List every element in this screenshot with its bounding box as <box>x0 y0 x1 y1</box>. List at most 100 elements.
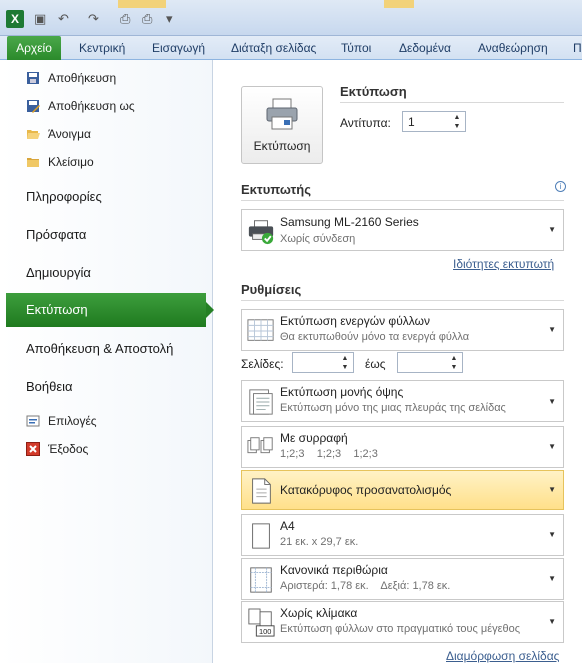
margins-title: Κανονικά περιθώρια <box>280 563 388 577</box>
print-what-sub: Θα εκτυπωθούν μόνο τα ενεργά φύλλα <box>280 331 470 343</box>
undo-icon[interactable]: ↶ <box>58 12 69 26</box>
chevron-down-icon: ▼ <box>548 485 556 494</box>
nav-exit[interactable]: Έξοδος <box>26 439 88 459</box>
nav-info[interactable]: Πληροφορίες <box>26 189 102 204</box>
tab-data[interactable]: Δεδομένα <box>399 39 451 57</box>
print-what-title: Εκτύπωση ενεργών φύλλων <box>280 314 430 328</box>
spin-down-icon[interactable]: ▼ <box>340 364 350 371</box>
copies-label: Αντίτυπα: <box>340 116 391 130</box>
nav-print[interactable]: Εκτύπωση <box>6 293 214 327</box>
scaling-dropdown[interactable]: 100 Χωρίς κλίμακα Εκτύπωση φύλλων στο πρ… <box>241 601 564 643</box>
print-panel: Εκτύπωση Εκτύπωση Αντίτυπα: 1 ▲ ▼ Εκτυπω… <box>214 60 582 663</box>
nav-save[interactable]: Αποθήκευση <box>26 68 116 88</box>
nav-save-as[interactable]: Αποθήκευση ως <box>26 96 135 116</box>
collate-sub: 1;2;3 1;2;3 1;2;3 <box>280 448 378 460</box>
nav-close[interactable]: Κλείσιμο <box>26 152 94 172</box>
margins-icon <box>250 567 272 593</box>
margins-sub: Αριστερά: 1,78 εκ. Δεξιά: 1,78 εκ. <box>280 580 451 592</box>
tab-formulas[interactable]: Τύποι <box>341 39 371 57</box>
divider <box>241 300 564 301</box>
print-button-label: Εκτύπωση <box>253 139 311 153</box>
tab-page-layout[interactable]: Διάταξη σελίδας <box>231 39 316 57</box>
save-as-icon <box>26 99 40 113</box>
divider <box>340 102 564 103</box>
sides-dropdown[interactable]: Εκτύπωση μονής όψης Εκτύπωση μόνο της μι… <box>241 380 564 422</box>
no-scaling-icon: 100 <box>248 608 275 637</box>
excel-logo-icon[interactable]: X <box>6 10 24 28</box>
folder-open-icon <box>26 127 40 141</box>
collate-title: Με συρραφή <box>280 431 348 445</box>
page-setup-link[interactable]: Διαμόρφωση σελίδας <box>446 649 559 663</box>
tab-review[interactable]: Αναθεώρηση <box>478 39 548 57</box>
margins-dropdown[interactable]: Κανονικά περιθώρια Αριστερά: 1,78 εκ. Δε… <box>241 558 564 600</box>
printer-icon <box>266 98 298 130</box>
nav-open-label: Άνοιγμα <box>48 127 91 141</box>
print-button[interactable]: Εκτύπωση <box>241 86 323 164</box>
backstage-nav: Αποθήκευση Αποθήκευση ως Άνοιγμα Κλείσιμ… <box>0 60 214 663</box>
nav-exit-label: Έξοδος <box>48 442 89 456</box>
nav-save-as-label: Αποθήκευση ως <box>48 99 135 113</box>
printer-dropdown[interactable]: Samsung ML-2160 Series Χωρίς σύνδεση ▼ <box>241 209 564 251</box>
nav-options[interactable]: Επιλογές <box>26 411 97 431</box>
nav-save-label: Αποθήκευση <box>48 71 117 85</box>
portrait-icon <box>252 478 271 504</box>
pages-from-input[interactable]: ▲ ▼ <box>292 352 354 373</box>
spin-up-icon[interactable]: ▲ <box>449 355 459 362</box>
chevron-down-icon: ▼ <box>548 530 556 539</box>
nav-help[interactable]: Βοήθεια <box>26 379 73 394</box>
print-heading: Εκτύπωση <box>340 84 407 99</box>
nav-close-label: Κλείσιμο <box>48 155 94 169</box>
save-icon[interactable]: ▣ <box>34 12 46 26</box>
tab-home[interactable]: Κεντρική <box>79 39 125 57</box>
nav-open[interactable]: Άνοιγμα <box>26 124 91 144</box>
tab-more[interactable]: Π <box>573 39 582 57</box>
copies-value: 1 <box>408 115 415 129</box>
spin-down-icon[interactable]: ▼ <box>449 364 459 371</box>
svg-text:100: 100 <box>259 627 271 636</box>
divider <box>241 200 564 201</box>
copies-spinner[interactable]: 1 ▲ ▼ <box>402 111 466 132</box>
redo-icon[interactable]: ↷ <box>88 12 99 26</box>
quick-access-toolbar: X ▣ ↶ ↷ ⎙ ⎙ ▾ <box>0 0 582 36</box>
spin-up-icon[interactable]: ▲ <box>340 355 350 362</box>
pages-to-label: έως <box>365 357 386 371</box>
quick-print-icon[interactable]: ⎙ <box>142 12 152 26</box>
spin-down-icon[interactable]: ▼ <box>452 123 462 130</box>
chevron-down-icon: ▼ <box>548 617 556 626</box>
sides-sub: Εκτύπωση μόνο της μιας πλευράς της σελίδ… <box>280 402 506 414</box>
orientation-dropdown[interactable]: Κατακόρυφος προσανατολισμός ▼ <box>241 470 564 510</box>
tab-insert[interactable]: Εισαγωγή <box>152 39 205 57</box>
collate-icon <box>247 437 273 454</box>
nav-save-send[interactable]: Αποθήκευση & Αποστολή <box>26 341 173 356</box>
paper-size-title: A4 <box>280 519 295 533</box>
collate-dropdown[interactable]: Με συρραφή 1;2;3 1;2;3 1;2;3 ▼ <box>241 426 564 468</box>
paper-size-dropdown[interactable]: A4 21 εκ. x 29,7 εκ. ▼ <box>241 514 564 556</box>
active-sheets-icon <box>247 319 274 341</box>
print-what-dropdown[interactable]: Εκτύπωση ενεργών φύλλων Θα εκτυπωθούν μό… <box>241 309 564 351</box>
nav-new[interactable]: Δημιουργία <box>26 265 91 280</box>
pages-to-input[interactable]: ▲ ▼ <box>397 352 463 373</box>
paper-size-sub: 21 εκ. x 29,7 εκ. <box>280 536 359 548</box>
tab-file[interactable]: Αρχείο <box>7 36 61 60</box>
printer-properties-link[interactable]: Ιδιότητες εκτυπωτή <box>453 257 554 271</box>
options-icon <box>26 414 40 428</box>
printer-name: Samsung ML-2160 Series <box>280 215 419 229</box>
spin-up-icon[interactable]: ▲ <box>452 114 462 121</box>
printer-status: Χωρίς σύνδεση <box>280 233 356 245</box>
chevron-down-icon: ▼ <box>548 225 556 234</box>
nav-recent[interactable]: Πρόσφατα <box>26 227 86 242</box>
printer-icon <box>248 220 274 245</box>
exit-icon <box>26 442 40 456</box>
pages-label: Σελίδες: <box>241 357 284 371</box>
customize-toolbar-icon[interactable]: ▾ <box>166 12 173 26</box>
paper-icon <box>252 523 270 549</box>
chevron-down-icon: ▼ <box>548 325 556 334</box>
scaling-sub: Εκτύπωση φύλλων στο πραγματικό τους μέγε… <box>280 623 521 635</box>
chevron-down-icon: ▼ <box>548 442 556 451</box>
ribbon-peek <box>384 0 414 8</box>
folder-close-icon <box>26 155 40 169</box>
print-preview-icon[interactable]: ⎙ <box>120 12 130 26</box>
info-icon[interactable]: i <box>555 181 566 192</box>
chevron-down-icon: ▼ <box>548 397 556 406</box>
settings-heading: Ρυθμίσεις <box>241 282 302 297</box>
